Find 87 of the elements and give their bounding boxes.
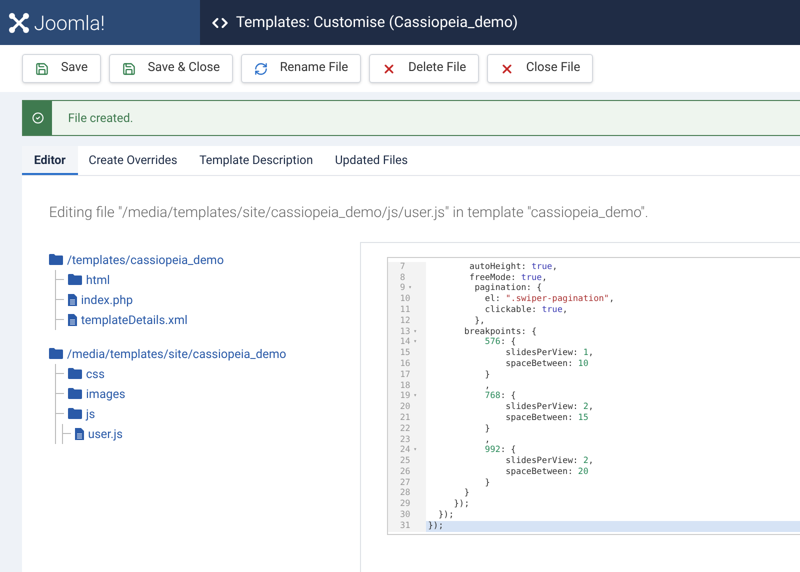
line-number: 18	[400, 380, 410, 392]
code-line: el: ".swiper-pagination",	[484, 294, 616, 305]
code-line: }	[484, 424, 492, 434]
line-number: 29	[400, 499, 410, 510]
line-number: 15	[400, 348, 410, 359]
tree-item[interactable]: /templates/cassiopeia_demo	[67, 250, 224, 269]
file-icon	[68, 314, 77, 326]
line-number: 7	[400, 262, 406, 273]
line-number: 27	[400, 478, 410, 488]
code-line: ,	[484, 434, 492, 446]
code-line: });	[452, 499, 470, 510]
code-line: pagination: {	[474, 283, 543, 294]
code-line: }	[463, 488, 470, 500]
logo-text: Joomla!	[34, 10, 105, 36]
code-line: 992: {	[484, 445, 517, 456]
line-number: 28	[400, 488, 410, 500]
folder-icon	[68, 408, 82, 420]
file-icon	[68, 294, 77, 306]
page-title: Templates: Customise (Cassiopeia_demo)	[236, 12, 518, 34]
code-line: 576: {	[484, 337, 517, 348]
file-icon	[75, 428, 84, 440]
toolbar-button[interactable]: Close File	[487, 54, 594, 83]
tree-item[interactable]: css	[86, 364, 105, 383]
folder-icon	[68, 368, 82, 380]
line-number: 17	[400, 370, 410, 381]
logo-icon	[8, 12, 30, 34]
tree-item[interactable]: index.php	[81, 290, 133, 309]
code-line: spaceBetween: 15	[504, 412, 590, 424]
line-number: 16	[400, 358, 410, 370]
tree-item[interactable]: images	[86, 384, 126, 403]
code-line: }	[484, 370, 492, 381]
tree-item[interactable]: js	[86, 404, 96, 423]
save-icon	[122, 62, 136, 76]
code-line: slidesPerView: 2,	[504, 456, 595, 467]
alert-message: File created.	[67, 110, 134, 127]
line-number: 19	[400, 391, 410, 402]
editing-info: Editing file "/media/templates/site/cassiopeia_demo/js/user.js" in template "cassiopeia_demo".	[49, 203, 650, 223]
line-number: 21	[400, 412, 410, 424]
code-line: clickable: true,	[484, 304, 569, 316]
code-line: slidesPerView: 1,	[504, 348, 595, 359]
code-line: freeMode: true,	[468, 272, 548, 284]
line-number: 13	[400, 326, 410, 338]
code-line: autoHeight: true,	[468, 262, 558, 273]
folder-icon	[68, 274, 82, 286]
code-line: 768: {	[484, 391, 517, 402]
close-icon	[382, 62, 396, 76]
code-line: spaceBetween: 20	[504, 466, 590, 478]
line-number: 25	[400, 456, 410, 467]
tab[interactable]: Updated Files	[324, 146, 419, 175]
tree-item[interactable]: templateDetails.xml	[81, 310, 188, 329]
line-number: 24	[400, 445, 410, 456]
toolbar-button[interactable]: Save	[22, 54, 101, 83]
tree-item[interactable]: user.js	[88, 424, 123, 443]
code-line: });	[437, 510, 455, 521]
folder-icon	[68, 388, 82, 400]
line-number: 9	[400, 283, 406, 294]
code-line: },	[474, 316, 486, 327]
folder-icon	[49, 348, 63, 360]
toolbar-button[interactable]: Save & Close	[108, 54, 233, 83]
folder-icon	[49, 254, 63, 266]
line-number: 11	[400, 304, 410, 316]
line-number: 26	[400, 466, 410, 478]
line-number: 31	[400, 520, 410, 532]
tree-item[interactable]: html	[86, 270, 110, 289]
line-number: 8	[400, 272, 406, 284]
refresh-icon	[254, 62, 268, 76]
code-line: breakpoints: {	[463, 326, 538, 338]
line-number: 30	[400, 510, 410, 521]
code-line: spaceBetween: 10	[504, 358, 590, 370]
line-number: 23	[400, 434, 410, 446]
code-line: }	[484, 478, 492, 488]
close-icon	[500, 62, 514, 76]
line-number: 14	[400, 337, 410, 348]
tree-item[interactable]: /media/templates/site/cassiopeia_demo	[67, 344, 286, 363]
tab[interactable]: Template Description	[188, 146, 324, 175]
line-number: 20	[400, 402, 410, 413]
check-icon	[32, 112, 44, 124]
line-number: 12	[400, 316, 410, 327]
toolbar-button[interactable]: Delete File	[369, 54, 480, 83]
tab[interactable]: Create Overrides	[78, 146, 188, 175]
toolbar-button[interactable]: Rename File	[240, 54, 362, 83]
tab[interactable]: Editor	[22, 146, 78, 175]
save-icon	[35, 62, 49, 76]
code-line: slidesPerView: 2,	[504, 402, 595, 413]
code-line: ,	[484, 380, 492, 392]
line-number: 10	[400, 294, 410, 305]
line-number: 22	[400, 424, 410, 434]
